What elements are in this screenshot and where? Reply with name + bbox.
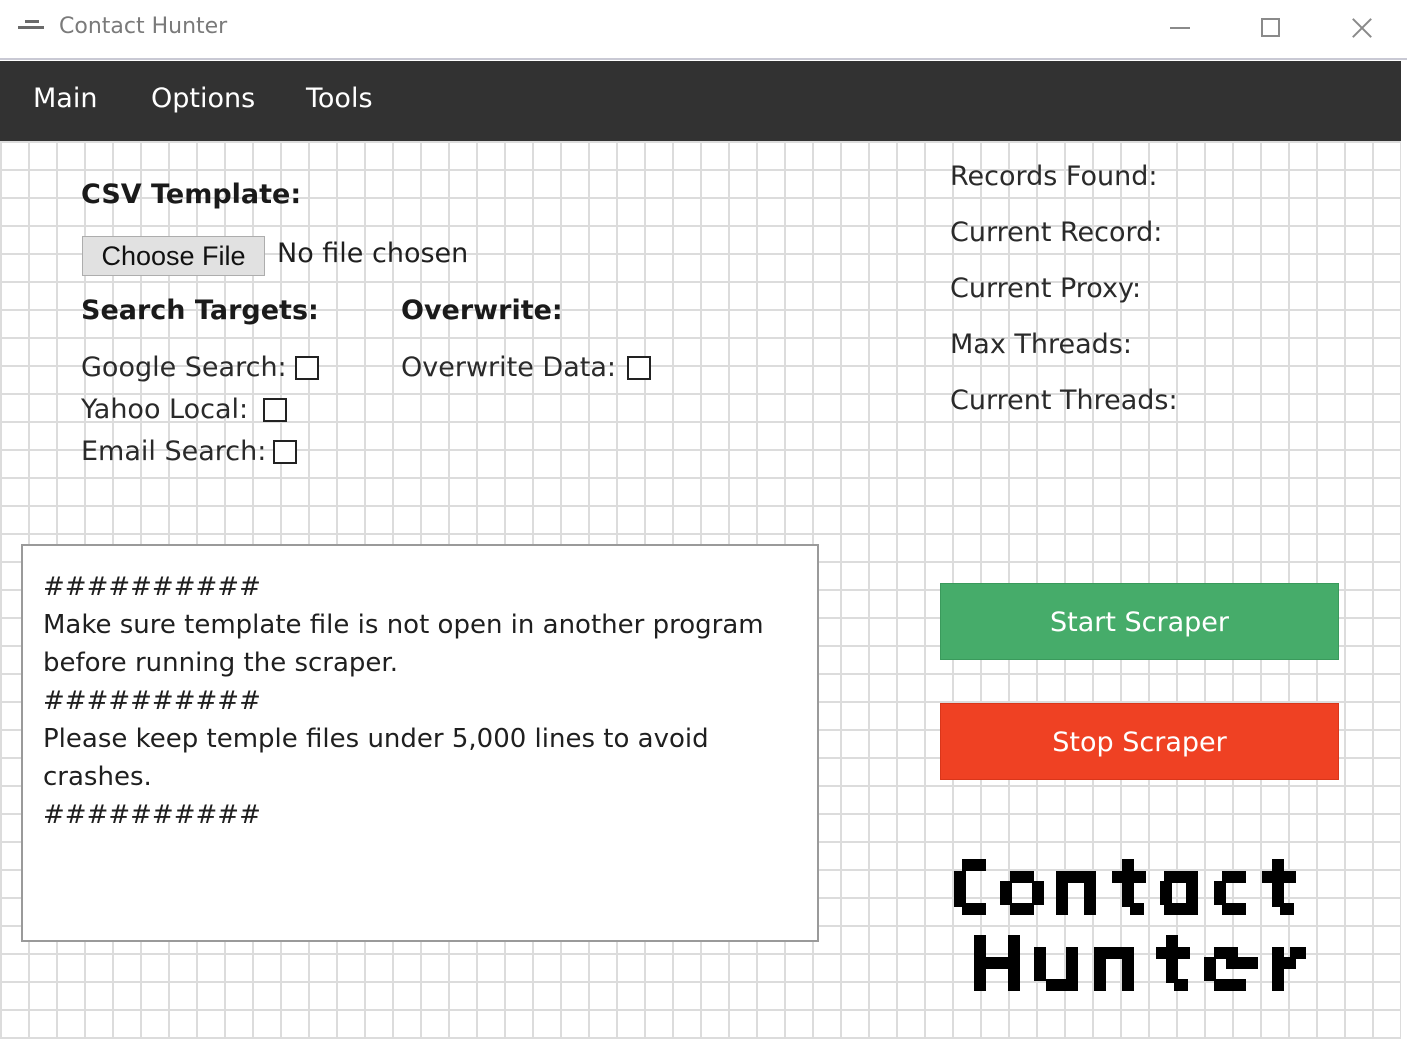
file-status: No file chosen [277,238,469,269]
maximize-icon [1261,18,1280,37]
email-search-checkbox[interactable] [273,440,297,464]
contact-hunter-logo [954,859,1306,991]
minimize-icon [1170,27,1190,29]
window-title: Contact Hunter [59,14,228,39]
yahoo-local-checkbox[interactable] [263,398,287,422]
current-threads-label: Current Threads: [950,385,1178,416]
stop-scraper-button[interactable]: Stop Scraper [940,703,1339,780]
start-scraper-button[interactable]: Start Scraper [940,583,1339,660]
maximize-button[interactable] [1225,0,1315,58]
notes-line: ########## [43,686,261,716]
google-search-label: Google Search: [81,352,287,383]
close-button[interactable] [1315,0,1405,58]
search-targets-heading: Search Targets: [81,295,319,326]
notes-line: ########## [43,572,261,602]
email-search-label: Email Search: [81,436,267,467]
menu-item-main[interactable]: Main [33,83,97,114]
main-panel: CSV Template: Choose File No file chosen… [0,141,1401,1039]
current-proxy-label: Current Proxy: [950,273,1142,304]
overwrite-heading: Overwrite: [401,295,563,326]
notes-line: Make sure template file is not open in a… [43,610,764,640]
notes-line: Please keep temple files under 5,000 lin… [43,724,709,754]
yahoo-local-label: Yahoo Local: [81,394,249,425]
overwrite-data-label: Overwrite Data: [401,352,616,383]
notes-line: ########## [43,800,261,830]
records-found-label: Records Found: [950,161,1158,192]
menu-bar: Main Options Tools [0,61,1401,141]
notes-line: crashes. [43,762,152,792]
menu-item-options[interactable]: Options [151,83,255,114]
notes-textarea[interactable]: ########## Make sure template file is no… [21,544,819,942]
title-bar: Contact Hunter [0,0,1407,60]
logo-line-contact [954,859,1296,915]
app-icon [18,20,46,34]
choose-file-button[interactable]: Choose File [82,236,265,276]
logo-line-hunter [974,935,1306,991]
overwrite-data-checkbox[interactable] [627,356,651,380]
minimize-button[interactable] [1135,0,1225,58]
notes-line: before running the scraper. [43,648,398,678]
close-icon [1351,17,1373,39]
current-record-label: Current Record: [950,217,1163,248]
csv-template-heading: CSV Template: [81,179,302,210]
max-threads-label: Max Threads: [950,329,1132,360]
google-search-checkbox[interactable] [295,356,319,380]
menu-item-tools[interactable]: Tools [306,83,373,114]
